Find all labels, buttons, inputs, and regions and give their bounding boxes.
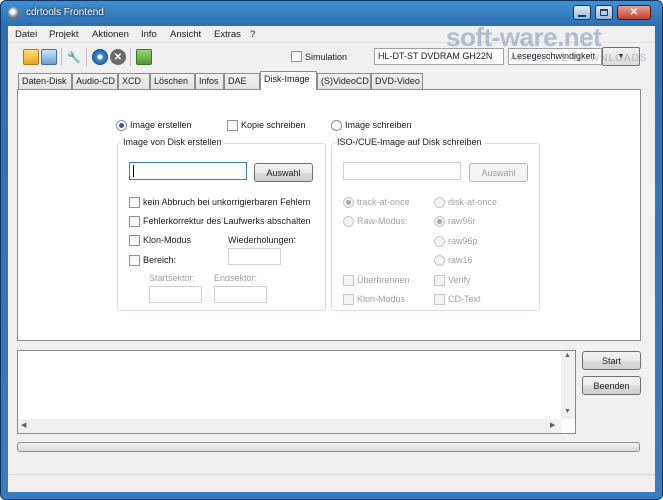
browse-button[interactable]: Auswahl xyxy=(254,163,313,182)
overburn-checkbox[interactable] xyxy=(343,275,354,286)
stop-button[interactable]: Beenden xyxy=(582,376,641,395)
tab-dae[interactable]: DAE xyxy=(224,73,260,89)
image-schreiben-label: Image schreiben xyxy=(345,120,412,130)
watermark-subtitle: AKTUELLE DOWNLOADS xyxy=(510,53,648,64)
raw96p-radio[interactable] xyxy=(434,236,445,247)
menu-aktionen[interactable]: Aktionen xyxy=(92,29,129,40)
raw96r-label: raw96r xyxy=(448,216,476,226)
scroll-left-icon[interactable]: ◀ xyxy=(21,421,26,429)
tab-audio-cd[interactable]: Audio-CD xyxy=(72,73,118,89)
track-at-once-label: track-at-once xyxy=(357,197,410,207)
write-image-group-title: ISO-/CUE-Image auf Disk schreiben xyxy=(335,137,484,147)
menu-projekt[interactable]: Projekt xyxy=(49,29,79,40)
raw-mode-radio[interactable] xyxy=(343,216,354,227)
toolbar-separator xyxy=(86,48,87,66)
maximize-icon xyxy=(600,9,608,16)
clone-mode-label: Klon-Modus xyxy=(143,235,192,245)
tab-dvd-video[interactable]: DVD-Video xyxy=(371,73,423,89)
image-erstellen-radio[interactable] xyxy=(116,120,127,131)
retries-label: Wiederholungen: xyxy=(228,235,297,245)
scroll-right-icon[interactable]: ▶ xyxy=(550,421,555,429)
menu-help[interactable]: ? xyxy=(250,29,255,40)
retries-input[interactable] xyxy=(228,248,281,265)
clone-mode-checkbox[interactable] xyxy=(129,235,140,246)
scroll-down-icon[interactable]: ▼ xyxy=(564,408,571,415)
status-bar xyxy=(8,474,655,492)
close-icon: ✕ xyxy=(629,6,639,18)
cd-text-label: CD-Text xyxy=(448,294,481,304)
cd-app-icon xyxy=(8,7,20,19)
image-erstellen-label: Image erstellen xyxy=(130,120,192,130)
kopie-schreiben-label: Kopie schreiben xyxy=(241,120,306,130)
overburn-label: Überbrennen xyxy=(357,275,410,285)
minimize-button[interactable] xyxy=(573,5,591,20)
menu-extras[interactable]: Extras xyxy=(214,29,241,40)
simulation-label: Simulation xyxy=(305,52,348,62)
burn-disc-icon[interactable] xyxy=(92,49,108,65)
window-title: cdrtools Frontend xyxy=(26,7,104,18)
toolbar-separator xyxy=(130,48,131,66)
range-label: Bereich: xyxy=(143,255,177,265)
tab-infos[interactable]: Infos xyxy=(195,73,224,89)
horizontal-scrollbar[interactable]: ◀ ▶ xyxy=(18,419,561,433)
end-sector-input[interactable] xyxy=(214,286,267,303)
minimize-icon xyxy=(578,14,586,17)
close-button[interactable]: ✕ xyxy=(617,5,651,20)
tab-panel xyxy=(17,89,641,341)
write-image-path-input[interactable] xyxy=(343,162,461,180)
write-clone-mode-checkbox[interactable] xyxy=(343,294,354,305)
tab-svideocd[interactable]: (S)VideoCD xyxy=(317,73,371,89)
tab-disk-image[interactable]: Disk-Image xyxy=(260,71,317,90)
menu-info[interactable]: Info xyxy=(141,29,157,40)
end-sector-label: Endsektor: xyxy=(214,273,258,283)
tab-daten-disk[interactable]: Daten-Disk xyxy=(18,73,72,89)
verify-checkbox[interactable] xyxy=(434,275,445,286)
start-button[interactable]: Start xyxy=(582,351,641,370)
disable-ecc-label: Fehlerkorrektur des Laufwerks abschalten xyxy=(143,216,311,226)
no-abort-checkbox[interactable] xyxy=(129,197,140,208)
scroll-up-icon[interactable]: ▲ xyxy=(564,352,571,359)
vertical-scrollbar[interactable]: ▲ ▼ xyxy=(561,351,575,419)
track-at-once-radio[interactable] xyxy=(343,197,354,208)
start-sector-input[interactable] xyxy=(149,286,202,303)
create-image-group-title: Image von Disk erstellen xyxy=(121,137,224,147)
write-clone-mode-label: Klon-Modus xyxy=(357,294,406,304)
kopie-schreiben-checkbox[interactable] xyxy=(227,120,238,131)
raw96r-radio[interactable] xyxy=(434,216,445,227)
verify-label: Verify xyxy=(448,275,471,285)
tab-xcd[interactable]: XCD xyxy=(118,73,150,89)
disable-ecc-checkbox[interactable] xyxy=(129,216,140,227)
disk-at-once-label: disk-at-once xyxy=(448,197,498,207)
raw-mode-label: Raw-Modus: xyxy=(357,216,408,226)
progress-bar xyxy=(17,442,640,452)
menu-datei[interactable]: Datei xyxy=(15,29,37,40)
wrench-icon[interactable]: 🔧 xyxy=(66,49,82,65)
image-path-input[interactable] xyxy=(129,162,247,180)
tab-loeschen[interactable]: Löschen xyxy=(150,73,195,89)
menu-ansicht[interactable]: Ansicht xyxy=(170,29,201,40)
write-browse-button[interactable]: Auswahl xyxy=(469,163,528,182)
no-abort-label: kein Abbruch bei unkorrigierbaren Fehler… xyxy=(143,197,311,207)
export-icon[interactable] xyxy=(136,49,152,65)
raw96p-label: raw96p xyxy=(448,236,478,246)
watermark-logo: soft-ware.net xyxy=(446,22,602,52)
image-schreiben-radio[interactable] xyxy=(331,120,342,131)
simulation-checkbox[interactable] xyxy=(291,51,302,62)
range-checkbox[interactable] xyxy=(129,255,140,266)
toolbar-separator xyxy=(61,48,62,66)
raw16-radio[interactable] xyxy=(434,255,445,266)
cd-text-checkbox[interactable] xyxy=(434,294,445,305)
raw16-label: raw16 xyxy=(448,255,473,265)
start-sector-label: Startsektor: xyxy=(149,273,196,283)
open-folder-icon[interactable] xyxy=(23,49,39,65)
save-icon[interactable] xyxy=(41,49,57,65)
disk-at-once-radio[interactable] xyxy=(434,197,445,208)
maximize-button[interactable] xyxy=(595,5,613,20)
stop-icon[interactable]: ✕ xyxy=(110,49,126,65)
